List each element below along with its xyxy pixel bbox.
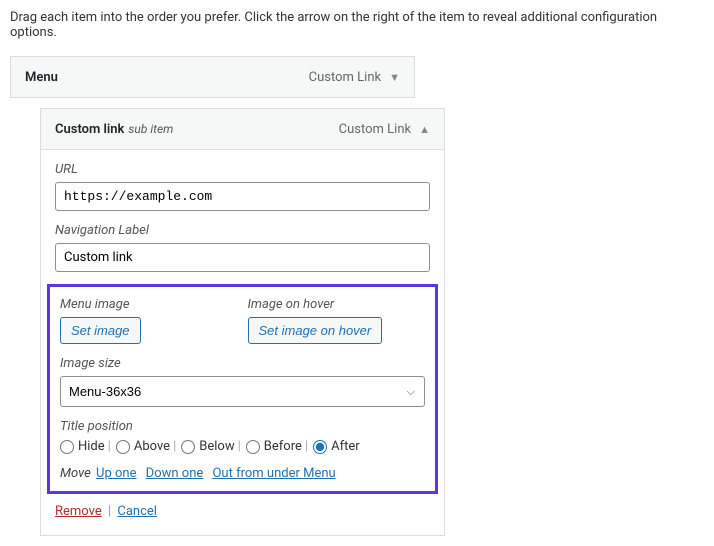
radio-before[interactable]: Before xyxy=(246,439,302,454)
menu-image-label: Menu image xyxy=(60,297,238,312)
radio-above[interactable]: Above xyxy=(116,439,170,454)
set-image-button[interactable]: Set image xyxy=(60,317,141,344)
remove-link[interactable]: Remove xyxy=(55,504,102,519)
image-settings-highlight: Menu image Set image Image on hover Set … xyxy=(47,284,438,494)
url-label: URL xyxy=(55,162,430,177)
menu-item-title: Menu xyxy=(25,70,58,85)
nav-label-input[interactable] xyxy=(55,243,430,272)
sub-item-label: sub item xyxy=(128,122,173,136)
move-up-link[interactable]: Up one xyxy=(96,466,136,481)
intro-text: Drag each item into the order you prefer… xyxy=(10,10,704,40)
menu-item-child[interactable]: Custom linksub item Custom Link ▲ xyxy=(40,108,445,150)
set-image-hover-button[interactable]: Set image on hover xyxy=(248,317,383,344)
title-position-radios: Hide| Above| Below| Before| After xyxy=(60,439,425,454)
footer-links: Remove | Cancel xyxy=(55,504,430,519)
menu-item-settings: URL Navigation Label Menu image Set imag… xyxy=(40,150,445,536)
separator: | xyxy=(108,504,111,519)
radio-after[interactable]: After xyxy=(313,439,360,454)
menu-item-title: Custom linksub item xyxy=(55,122,173,137)
title-position-label: Title position xyxy=(60,419,425,434)
chevron-down-icon[interactable]: ▼ xyxy=(389,71,400,84)
move-down-link[interactable]: Down one xyxy=(146,466,204,481)
radio-below[interactable]: Below xyxy=(181,439,234,454)
move-row: Move Up one Down one Out from under Menu xyxy=(60,466,425,481)
cancel-link[interactable]: Cancel xyxy=(117,504,157,519)
menu-item-parent[interactable]: Menu Custom Link ▼ xyxy=(10,56,415,98)
image-size-label: Image size xyxy=(60,356,425,371)
menu-item-type: Custom Link xyxy=(339,122,411,137)
image-size-select[interactable]: Menu-36x36 xyxy=(60,376,425,407)
radio-hide[interactable]: Hide xyxy=(60,439,105,454)
chevron-up-icon[interactable]: ▲ xyxy=(419,123,430,136)
image-hover-label: Image on hover xyxy=(248,297,426,312)
move-out-link[interactable]: Out from under Menu xyxy=(212,466,335,481)
menu-item-type: Custom Link xyxy=(309,70,381,85)
url-input[interactable] xyxy=(55,182,430,211)
nav-label-label: Navigation Label xyxy=(55,223,430,238)
